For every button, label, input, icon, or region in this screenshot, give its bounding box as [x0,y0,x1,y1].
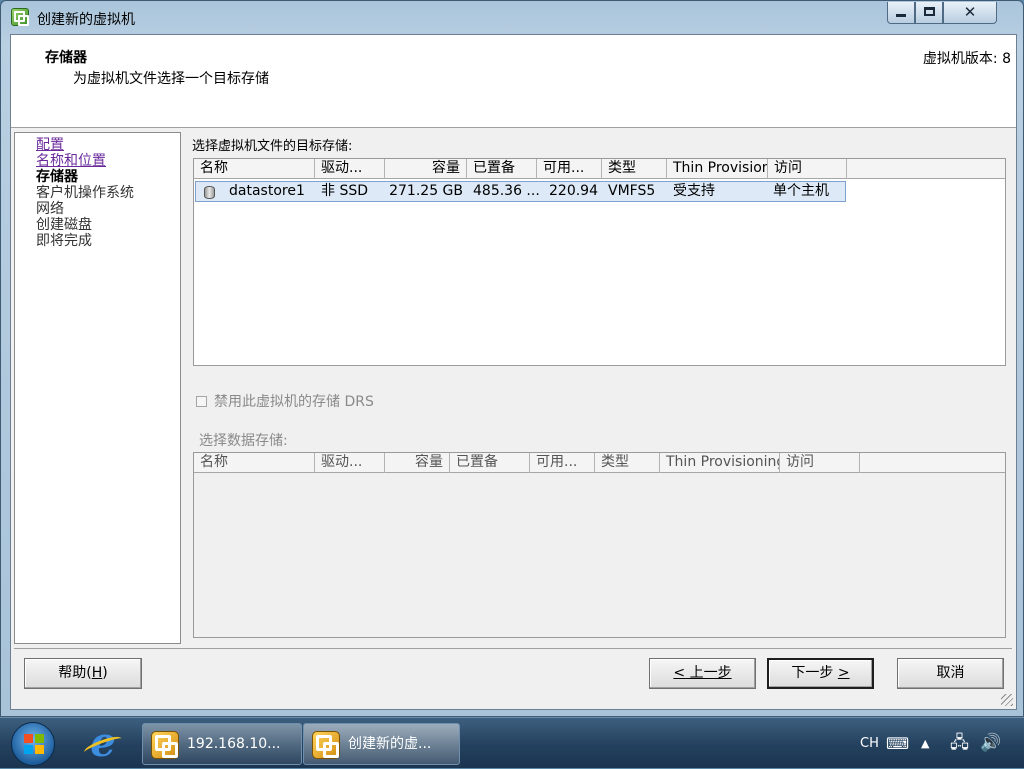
cell-provisioned: 485.36 ... [473,183,539,199]
vsphere-client-icon [151,731,179,759]
target-storage-label: 选择虚拟机文件的目标存储: [192,139,353,154]
windows-logo-icon [24,734,44,754]
checkbox-box [196,396,207,407]
page-title: 存储器 [45,50,87,66]
table-row[interactable]: datastore1 非 SSD 271.25 GB 485.36 ... 22… [195,181,846,202]
nav-step-storage: 存储器 [36,169,78,185]
column-header-type[interactable]: 类型 [602,159,667,179]
vsphere-app-icon [11,8,29,26]
column-header-thin-provisioning: Thin Provisioning [660,453,780,473]
target-storage-table[interactable]: 名称 驱动... 容量 已置备 可用... 类型 Thin Provision.… [193,158,1006,366]
nav-step-create-disk: 创建磁盘 [36,217,92,233]
nav-step-config[interactable]: 配置 [36,137,64,153]
network-icon[interactable]: 🖧 [950,718,969,769]
column-header-provisioned[interactable]: 已置备 [467,159,537,179]
minimize-button[interactable] [887,2,915,24]
show-hidden-icons-icon[interactable]: ▲ [921,718,929,769]
window-title: 创建新的虚拟机 [37,12,135,28]
disable-storage-drs-checkbox: 禁用此虚拟机的存储 DRS [196,391,374,411]
table-header: 名称 驱动... 容量 已置备 可用... 类型 Thin Provision.… [194,159,1005,179]
start-button[interactable] [11,722,55,766]
wizard-window: 创建新的虚拟机 ✕ 存储器 为虚拟机文件选择一个目标存储 虚拟机版本: 8 配置… [0,0,1024,717]
nav-step-network: 网络 [36,201,64,217]
taskbar: e 192.168.10... 创建新的虚... CH ⌨ ▲ 🖧 🔊 [0,717,1024,768]
column-header-thin-provisioning[interactable]: Thin Provision... [667,159,768,179]
cell-thin-provisioning: 受支持 [673,183,715,199]
column-header-provisioned: 已置备 [450,453,530,473]
wizard-header: 存储器 为虚拟机文件选择一个目标存储 虚拟机版本: 8 [11,35,1016,128]
nav-step-ready: 即将完成 [36,233,92,249]
language-indicator[interactable]: CH [860,718,879,769]
close-icon: ✕ [963,3,977,21]
checkbox-label: 禁用此虚拟机的存储 DRS [214,394,374,410]
table-header: 名称 驱动... 容量 已置备 可用... 类型 Thin Provisioni… [194,453,1005,473]
column-header-capacity: 容量 [385,453,450,473]
footer-divider [14,648,1012,649]
column-header-access: 访问 [780,453,860,473]
select-datastore-table: 名称 驱动... 容量 已置备 可用... 类型 Thin Provisioni… [193,452,1006,638]
help-button[interactable]: 帮助(H) [24,658,142,689]
cell-name: datastore1 [229,183,305,199]
column-header-drive[interactable]: 驱动... [315,159,385,179]
volume-icon[interactable]: 🔊 [980,718,1001,769]
vm-version-label: 虚拟机版本: 8 [922,51,1011,67]
datastore-icon [204,186,215,199]
minimize-icon [896,14,906,17]
back-button[interactable]: < 上一步 [649,658,756,689]
column-header-free[interactable]: 可用... [537,159,602,179]
column-header-drive: 驱动... [315,453,385,473]
column-header-name[interactable]: 名称 [194,159,315,179]
column-header-free: 可用... [530,453,595,473]
wizard-client-area: 存储器 为虚拟机文件选择一个目标存储 虚拟机版本: 8 配置 名称和位置 存储器… [10,34,1017,710]
close-button[interactable]: ✕ [943,2,997,24]
cancel-button[interactable]: 取消 [897,658,1004,689]
column-header-type: 类型 [595,453,660,473]
column-header-capacity[interactable]: 容量 [385,159,467,179]
select-datastore-label: 选择数据存储: [199,433,288,449]
nav-step-name-location[interactable]: 名称和位置 [36,153,106,169]
cell-type: VMFS5 [608,183,656,199]
wizard-step-nav: 配置 名称和位置 存储器 客户机操作系统 网络 创建磁盘 即将完成 [14,132,181,644]
nav-step-guest-os: 客户机操作系统 [36,185,134,201]
cell-drive: 非 SSD [321,183,369,199]
column-header-access[interactable]: 访问 [768,159,847,179]
keyboard-icon[interactable]: ⌨ [886,718,909,769]
column-header-name: 名称 [194,453,315,473]
title-bar[interactable]: 创建新的虚拟机 ✕ [1,1,1023,33]
maximize-button[interactable] [915,2,943,24]
cell-access: 单个主机 [773,183,829,199]
next-button[interactable]: 下一步 > [767,658,874,689]
taskbar-item-vsphere-client[interactable]: 192.168.10... [142,723,302,765]
vsphere-client-icon [312,731,340,759]
maximize-icon [923,7,935,16]
internet-explorer-icon[interactable]: e [83,723,123,763]
cell-capacity: 271.25 GB [389,183,463,199]
taskbar-item-new-vm-wizard[interactable]: 创建新的虚... [303,723,460,765]
page-subtitle: 为虚拟机文件选择一个目标存储 [73,71,269,87]
resize-grip-icon[interactable] [1001,694,1013,706]
cell-free: 220.94 [549,183,598,199]
